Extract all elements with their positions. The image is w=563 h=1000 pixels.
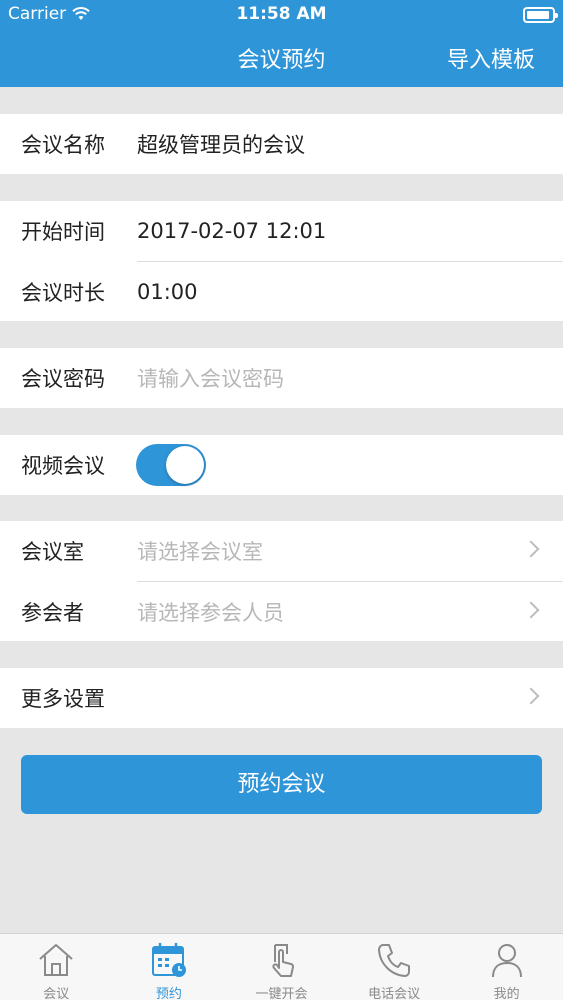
toggle-knob (166, 446, 204, 484)
chevron-right-icon (522, 601, 540, 619)
more-settings-label: 更多设置 (21, 687, 105, 711)
meeting-name-row[interactable]: 会议名称 超级管理员的会议 (0, 114, 563, 174)
room-label: 会议室 (21, 540, 84, 564)
nav-header: Carrier 11:58 AM 会议预约 导入模板 (0, 0, 563, 87)
user-icon (491, 944, 522, 978)
meeting-name-label: 会议名称 (21, 133, 105, 157)
group-meeting-name: 会议名称 超级管理员的会议 (0, 114, 563, 174)
tab-phone-meeting[interactable]: 电话会议 (338, 934, 451, 1000)
status-bar: Carrier 11:58 AM (0, 0, 563, 30)
participants-label: 参会者 (21, 600, 84, 625)
tab-mine[interactable]: 我的 (450, 934, 563, 1000)
video-toggle[interactable] (136, 444, 206, 486)
calendar-icon (151, 943, 186, 977)
chevron-right-icon (522, 540, 540, 558)
tab-label: 我的 (493, 987, 520, 1000)
tab-meetings[interactable]: 会议 (0, 934, 113, 1000)
home-icon (39, 944, 73, 976)
phone-icon (378, 944, 411, 977)
duration-row[interactable]: 会议时长 01:00 (0, 262, 563, 321)
room-select[interactable]: 请选择会议室 (137, 536, 263, 566)
tab-label: 预约 (155, 987, 182, 1000)
tap-icon (272, 944, 295, 977)
tab-label: 电话会议 (368, 987, 421, 1000)
room-row[interactable]: 会议室 请选择会议室 (0, 521, 563, 581)
tab-label: 一键开会 (255, 987, 308, 1000)
video-label: 视频会议 (21, 454, 105, 478)
tab-one-click-meeting[interactable]: 一键开会 (225, 934, 338, 1000)
video-row: 视频会议 (0, 435, 563, 495)
status-time: 11:58 AM (236, 4, 327, 24)
meeting-name-input[interactable]: 超级管理员的会议 (137, 129, 305, 159)
import-template-button[interactable]: 导入模板 (447, 42, 535, 74)
group-password: 会议密码 请输入会议密码 (0, 348, 563, 408)
password-row[interactable]: 会议密码 请输入会议密码 (0, 348, 563, 408)
tab-label: 会议 (43, 987, 70, 1000)
group-video: 视频会议 (0, 435, 563, 495)
group-time: 开始时间 2017-02-07 12:01 会议时长 01:00 (0, 201, 563, 321)
tab-bar: 会议 预约 一键开会 电话会议 我的 (0, 933, 563, 1000)
password-label: 会议密码 (21, 367, 105, 391)
participants-select[interactable]: 请选择参会人员 (137, 597, 284, 627)
start-time-value[interactable]: 2017-02-07 12:01 (137, 219, 326, 243)
chevron-right-icon (522, 687, 540, 705)
password-input[interactable]: 请输入会议密码 (137, 363, 284, 393)
more-settings-row[interactable]: 更多设置 (0, 668, 563, 728)
group-more: 更多设置 (0, 668, 563, 728)
tab-booking[interactable]: 预约 (113, 934, 226, 1000)
group-room-participants: 会议室 请选择会议室 参会者 请选择参会人员 (0, 521, 563, 641)
participants-row[interactable]: 参会者 请选择参会人员 (0, 582, 563, 641)
book-meeting-button[interactable]: 预约会议 (21, 755, 542, 814)
duration-label: 会议时长 (21, 280, 105, 305)
start-time-row[interactable]: 开始时间 2017-02-07 12:01 (0, 201, 563, 261)
start-time-label: 开始时间 (21, 220, 105, 244)
battery-icon (523, 7, 558, 23)
duration-value[interactable]: 01:00 (137, 280, 198, 304)
